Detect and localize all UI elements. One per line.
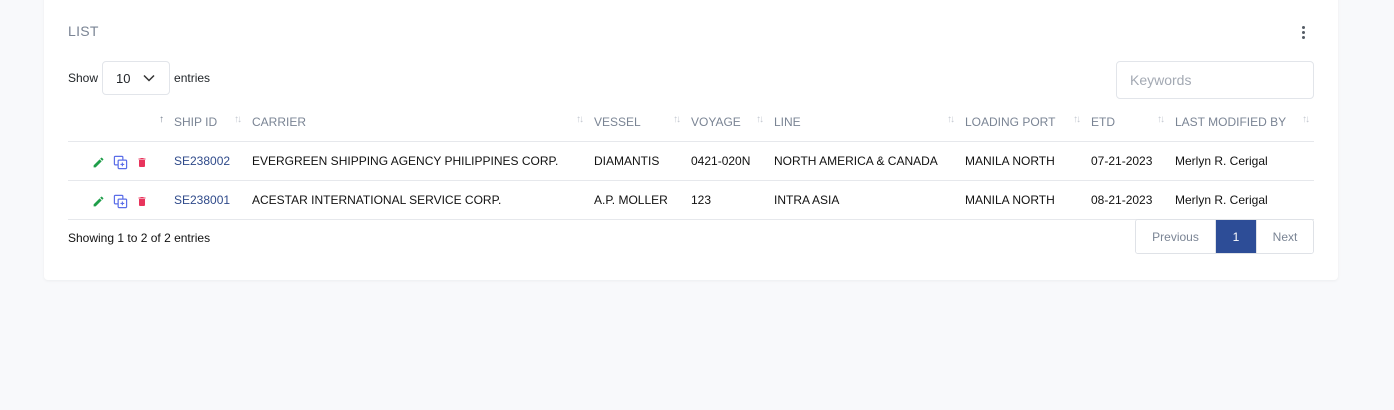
trash-icon[interactable] <box>134 194 150 210</box>
column-header-loading-port[interactable]: LOADING PORT ↑↓ <box>959 103 1085 142</box>
cell-line: INTRA ASIA <box>768 180 959 220</box>
cell-last-modified-by: Merlyn R. Cerigal <box>1169 141 1314 181</box>
table-info-text: Showing 1 to 2 of 2 entries <box>68 231 211 245</box>
page-length-control: Show 10 entries <box>68 61 210 95</box>
previous-page-button[interactable]: Previous <box>1136 220 1216 253</box>
cell-ship-id[interactable]: SE238001 <box>168 180 246 220</box>
list-card: LIST Show 10 entries ↑ SHIP ID↑↓ CARRIER… <box>44 0 1338 280</box>
pagination: Previous 1 Next <box>1135 219 1314 254</box>
ship-id-link[interactable]: SE238002 <box>174 154 230 168</box>
row-actions <box>68 141 168 181</box>
ship-table: ↑ SHIP ID ↑↓ CARRIER ↑↓ VESSEL ↑↓ VOYAGE ↑↓ … <box>68 103 1314 220</box>
column-header-etd[interactable]: ETD ↑↓ <box>1085 103 1169 142</box>
ship-id-link[interactable]: SE238001 <box>174 193 230 207</box>
page-length-value: 10 <box>116 70 131 86</box>
cell-line: NORTH AMERICA & CANADA <box>768 141 959 181</box>
cell-etd: 08-21-2023 <box>1085 180 1169 220</box>
sort-arrows-icon: ↑↓ <box>1302 114 1310 125</box>
chevron-down-icon <box>143 74 155 82</box>
cell-etd: 07-21-2023 <box>1085 141 1169 181</box>
column-header-carrier[interactable]: CARRIER ↑↓ <box>246 103 588 142</box>
trash-icon[interactable] <box>134 155 150 171</box>
table-row: SE238002 EVERGREEN SHIPPING AGENCY PHILI… <box>68 141 1314 181</box>
row-actions <box>68 180 168 220</box>
cell-loading-port: MANILA NORTH <box>959 141 1085 181</box>
column-header-vessel[interactable]: VESSEL ↑↓ <box>588 103 685 142</box>
cell-ship-id[interactable]: SE238002 <box>168 141 246 181</box>
card-title: LIST <box>68 23 99 39</box>
page-1-button[interactable]: 1 <box>1216 220 1256 253</box>
table-header-row: ↑ SHIP ID ↑↓ CARRIER ↑↓ VESSEL ↑↓ VOYAGE ↑↓ … <box>68 103 1314 142</box>
entries-label: entries <box>174 71 211 85</box>
table-row: SE238001 ACESTAR INTERNATIONAL SERVICE C… <box>68 180 1314 220</box>
column-header-line[interactable]: LINE ↑↓ <box>768 103 959 142</box>
page-length-select[interactable]: 10 <box>102 61 171 95</box>
pencil-icon[interactable] <box>90 194 106 210</box>
sort-asc-icon: ↑ <box>159 114 164 125</box>
sort-arrows-icon: ↑↓ <box>234 114 242 125</box>
sort-arrows-icon: ↑↓ <box>947 114 955 125</box>
column-header-voyage[interactable]: VOYAGE ↑↓ <box>685 103 768 142</box>
keywords-search-input[interactable] <box>1116 61 1314 99</box>
sort-arrows-icon: ↑↓ <box>756 114 764 125</box>
kebab-menu-icon[interactable] <box>1293 24 1313 40</box>
cell-carrier: EVERGREEN SHIPPING AGENCY PHILIPPINES CO… <box>246 141 588 181</box>
cell-last-modified-by: Merlyn R. Cerigal <box>1169 180 1314 220</box>
cell-vessel: DIAMANTIS <box>588 141 685 181</box>
cell-voyage: 0421-020N <box>685 141 768 181</box>
show-label: Show <box>68 71 99 85</box>
copy-icon[interactable] <box>112 194 128 210</box>
copy-icon[interactable] <box>112 155 128 171</box>
cell-vessel: A.P. MOLLER <box>588 180 685 220</box>
sort-arrows-icon: ↑↓ <box>1073 114 1081 125</box>
sort-arrows-icon: ↑↓ <box>1157 114 1165 125</box>
cell-voyage: 123 <box>685 180 768 220</box>
sort-arrows-icon: ↑↓ <box>673 114 681 125</box>
cell-carrier: ACESTAR INTERNATIONAL SERVICE CORP. <box>246 180 588 220</box>
column-header-actions[interactable]: ↑ <box>68 103 168 142</box>
column-header-last-modified-by[interactable]: LAST MODIFIED BY ↑↓ <box>1169 103 1314 142</box>
pencil-icon[interactable] <box>90 155 106 171</box>
next-page-button[interactable]: Next <box>1256 220 1313 253</box>
sort-arrows-icon: ↑↓ <box>576 114 584 125</box>
cell-loading-port: MANILA NORTH <box>959 180 1085 220</box>
column-header-ship-id[interactable]: SHIP ID ↑↓ <box>168 103 246 142</box>
